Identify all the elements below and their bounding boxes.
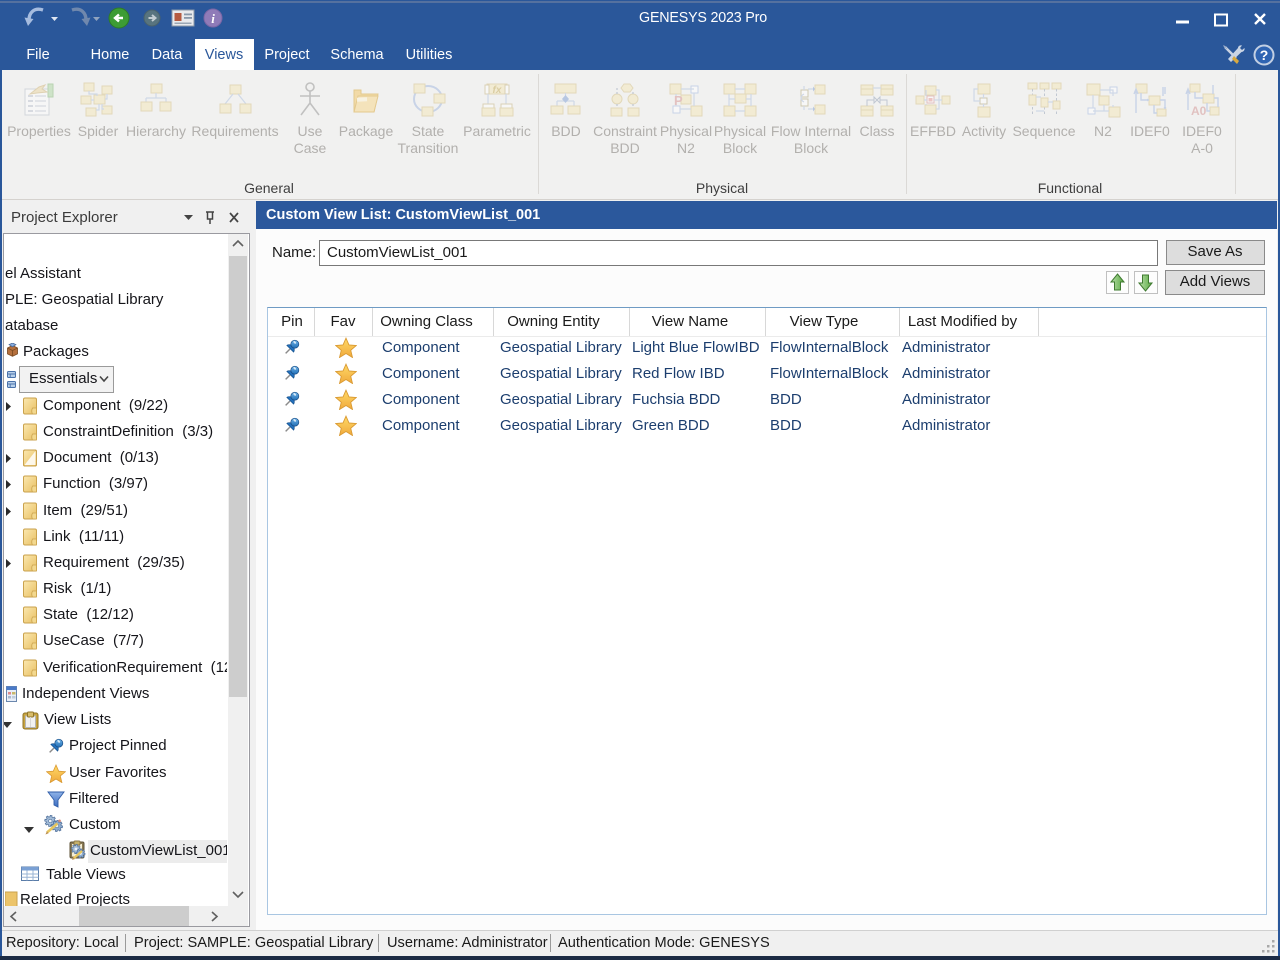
svg-text:fx: fx [493,85,502,96]
svg-text:i: i [211,11,215,26]
svg-text:?: ? [1260,47,1269,63]
svg-text:A0: A0 [1191,104,1207,118]
svg-text:P: P [674,93,683,108]
